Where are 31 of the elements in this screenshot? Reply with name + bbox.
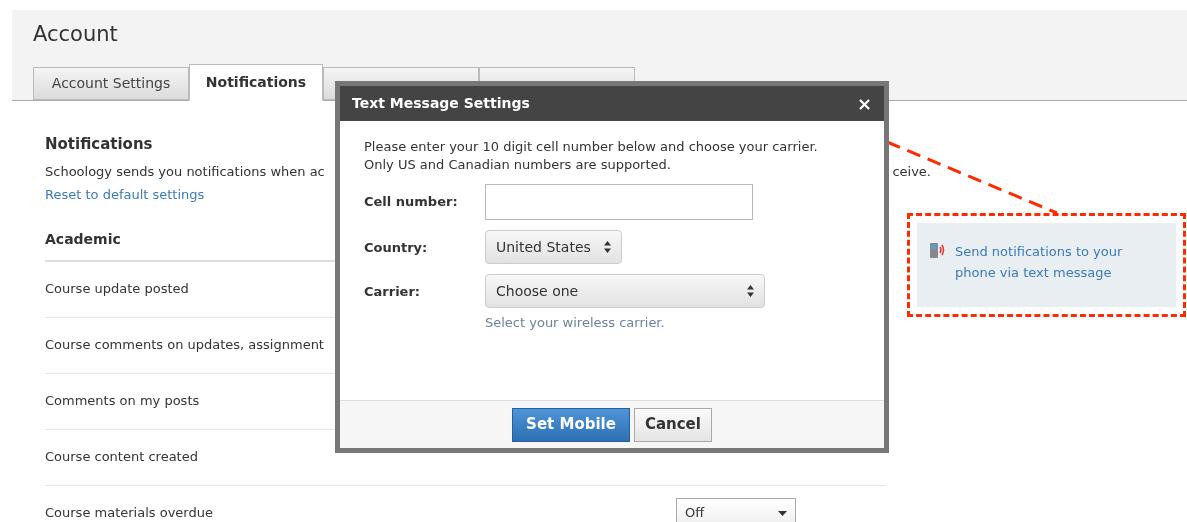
sort-arrows-icon	[747, 285, 754, 297]
section-title: Notifications	[45, 134, 153, 155]
cancel-button[interactable]: Cancel	[633, 407, 712, 442]
field-label: Country:	[364, 239, 429, 257]
notification-label: Course update posted	[45, 280, 189, 299]
field-label: Carrier:	[364, 283, 422, 301]
phone-icon	[929, 241, 947, 259]
cell-number-field[interactable]	[485, 184, 753, 220]
notification-label: Course materials overdue	[45, 504, 213, 522]
select-field[interactable]: Choose one	[485, 274, 765, 308]
dialog-title: Text Message Settings	[352, 94, 530, 113]
caret-icon	[778, 510, 787, 516]
notification-label: Course content created	[45, 448, 198, 467]
notification-label: Course comments on updates, assignment	[45, 336, 324, 355]
tab[interactable]: Notifications	[189, 64, 323, 101]
text-message-link[interactable]: Send notifications to your phone via text message	[955, 241, 1135, 283]
field-label: Cell number:	[364, 193, 459, 211]
select-field[interactable]: United States	[485, 230, 622, 264]
field-hint: Select your wireless carrier.	[485, 314, 666, 332]
page-title: Account	[32, 21, 118, 48]
setting-dropdown[interactable]: Off	[676, 498, 796, 522]
sort-arrows-icon	[604, 241, 611, 253]
tab[interactable]: Account Settings	[33, 67, 189, 100]
dialog-intro: Please enter your 10 digit cell number below and choose your carrier. Only US and Canadian numbers are supported.	[364, 138, 819, 174]
set-mobile-button[interactable]: Set Mobile	[512, 407, 630, 442]
reset-link[interactable]: Reset to default settings	[45, 185, 205, 205]
intro-text: Schoology sends you notifications when ac	[45, 162, 325, 181]
group-title: Academic	[45, 229, 121, 249]
close-button[interactable]: ×	[856, 90, 872, 117]
notification-label: Comments on my posts	[45, 392, 200, 411]
intro-text: ceive.	[892, 162, 931, 181]
